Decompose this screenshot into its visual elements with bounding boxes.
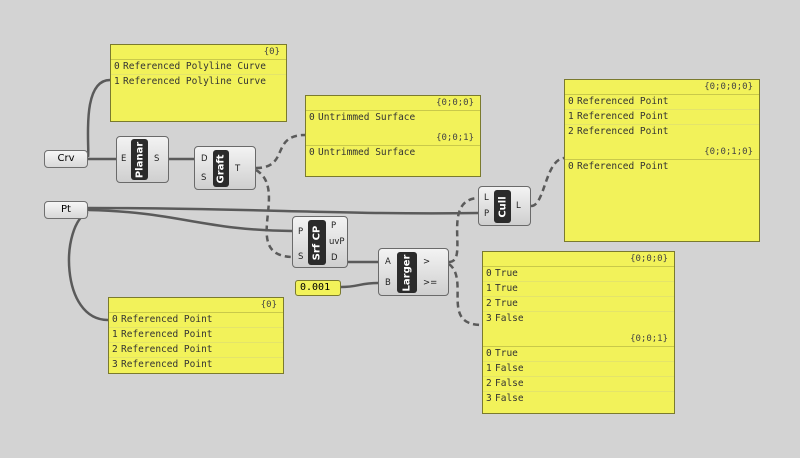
- larger-input-b[interactable]: B: [385, 278, 391, 288]
- srfcp-output-d[interactable]: D: [331, 253, 338, 263]
- wire-larger-booleans: [448, 263, 483, 327]
- srfcp-output-p[interactable]: P: [331, 221, 336, 231]
- cull-input-p[interactable]: P: [484, 209, 489, 219]
- wire-larger-cull: [448, 196, 479, 264]
- list-item: 3 Referenced Point: [109, 357, 283, 372]
- list-item: 2 False: [483, 376, 674, 391]
- cull-output-l[interactable]: L: [516, 201, 521, 211]
- wire-pt-points: [67, 210, 109, 322]
- crv-param[interactable]: Crv: [44, 150, 88, 168]
- list-item: 2 Referenced Point: [565, 124, 759, 139]
- branch-path: {0;0;1;0}: [565, 145, 759, 160]
- list-item: 2 Referenced Point: [109, 342, 283, 357]
- larger-output-gte[interactable]: >=: [423, 278, 437, 288]
- pt-param[interactable]: Pt: [44, 201, 88, 219]
- list-item: 3 False: [483, 391, 674, 406]
- branch-path: {0}: [111, 45, 286, 60]
- list-item: 0 True: [486, 348, 518, 359]
- srfcp-input-p[interactable]: P: [298, 227, 303, 237]
- branch-path: {0;0;0}: [306, 96, 480, 111]
- wire-tol-larger: [340, 281, 379, 289]
- branch-path: {0}: [109, 298, 283, 313]
- cull-component[interactable]: L P Cull L: [478, 186, 531, 226]
- srfcp-input-s[interactable]: S: [298, 252, 303, 262]
- list-item: 0 Referenced Point: [112, 314, 213, 325]
- planar-input-e[interactable]: E: [121, 154, 126, 164]
- wire-cull-culled: [530, 156, 565, 208]
- list-item: 3 False: [483, 311, 674, 326]
- panel-culled[interactable]: {0;0;0;0} 0 Referenced Point 1 Referenced …: [564, 79, 760, 242]
- graft-output-t[interactable]: T: [235, 164, 240, 174]
- srfcp-component[interactable]: P S Srf CP P uvP D: [292, 216, 348, 268]
- wire-pt-cull: [87, 206, 479, 215]
- graft-input-s[interactable]: S: [201, 173, 206, 183]
- wire-graft-surfaces: [255, 133, 306, 170]
- srfcp-title: Srf CP: [308, 220, 326, 265]
- branch-path: {0;0;0;0}: [565, 80, 759, 95]
- larger-input-a[interactable]: A: [385, 257, 391, 267]
- list-item: 1 Referenced Polyline Curve: [111, 74, 286, 89]
- graft-component[interactable]: D S Graft T: [194, 146, 256, 190]
- panel-points[interactable]: {0} 0 Referenced Point 1 Referenced Point …: [108, 297, 284, 374]
- branch-path: {0;0;0}: [483, 252, 674, 267]
- list-item: 0 Untrimmed Surface: [309, 112, 416, 123]
- larger-component[interactable]: A B Larger > >=: [378, 248, 449, 296]
- planar-output-s[interactable]: S: [154, 154, 159, 164]
- list-item: 1 True: [483, 281, 674, 296]
- cull-title: Cull: [494, 190, 511, 223]
- list-item: 0 Referenced Polyline Curve: [114, 61, 266, 72]
- panel-booleans[interactable]: {0;0;0} 0 True 1 True 2 True 3 False {0;0;1}…: [482, 251, 675, 414]
- wire-graft-srfcp: [255, 168, 293, 259]
- list-item: 1 False: [483, 361, 674, 376]
- larger-title: Larger: [397, 252, 417, 293]
- larger-output-gt[interactable]: >: [423, 257, 430, 267]
- srfcp-output-uvp[interactable]: uvP: [329, 237, 345, 247]
- branch-path: {0;0;1}: [483, 332, 674, 347]
- tolerance-number[interactable]: 0.001: [295, 280, 341, 296]
- planar-title: Planar: [131, 139, 148, 180]
- graft-input-d[interactable]: D: [201, 154, 208, 164]
- list-item: 1 Referenced Point: [109, 327, 283, 342]
- planar-component[interactable]: E Planar S: [116, 136, 169, 183]
- wire-panel-crv: [86, 78, 111, 158]
- graft-title: Graft: [213, 150, 229, 187]
- list-item: 0 Referenced Point: [568, 96, 669, 107]
- panel-polyline[interactable]: {0} 0 Referenced Polyline Curve 1 Referenc…: [110, 44, 287, 122]
- wire-pt-srfcp: [87, 208, 293, 233]
- cull-input-l[interactable]: L: [484, 193, 489, 203]
- branch-path: {0;0;1}: [306, 131, 480, 146]
- list-item: 0 True: [486, 268, 518, 279]
- panel-surfaces[interactable]: {0;0;0} 0 Untrimmed Surface {0;0;1} 0 Untr…: [305, 95, 481, 177]
- list-item: 1 Referenced Point: [565, 109, 759, 124]
- list-item: 0 Referenced Point: [568, 161, 669, 172]
- list-item: 2 True: [483, 296, 674, 311]
- list-item: 0 Untrimmed Surface: [309, 147, 416, 158]
